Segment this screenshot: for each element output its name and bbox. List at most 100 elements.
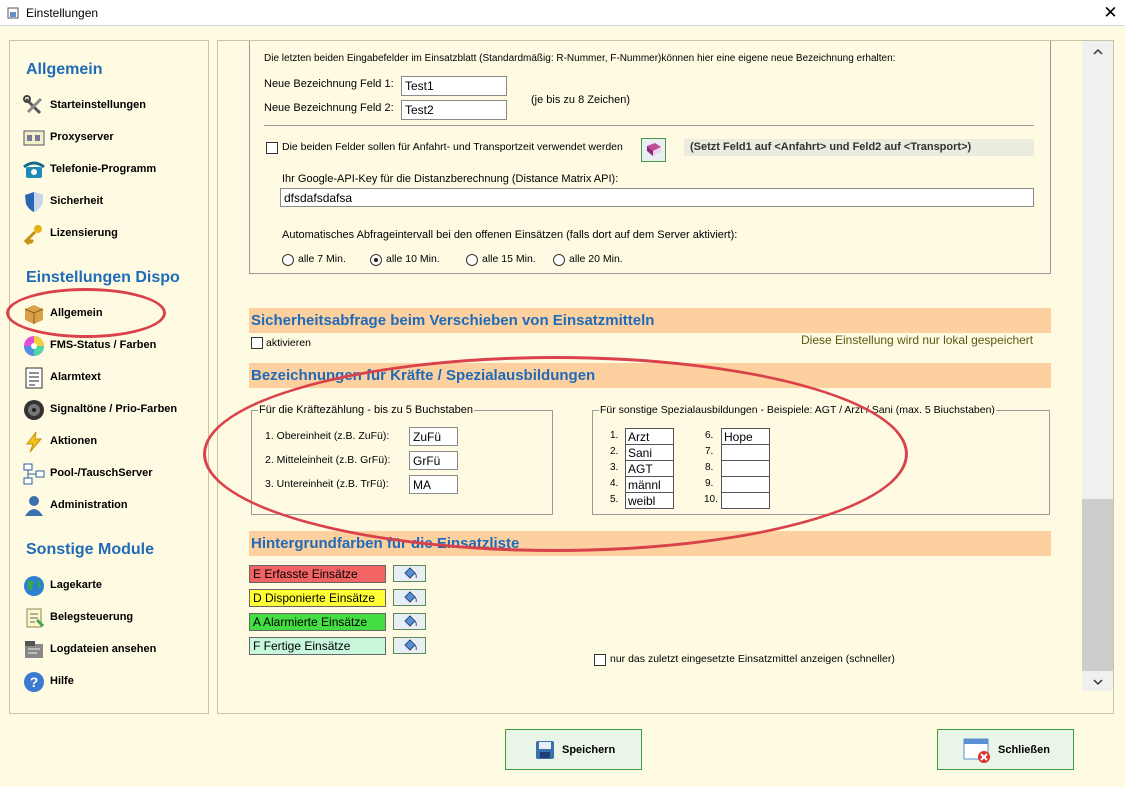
field1-name-input[interactable]: Test1 bbox=[401, 76, 507, 96]
sidebar-section-title: Allgemein bbox=[26, 61, 103, 78]
window-title: Einstellungen bbox=[26, 6, 99, 20]
close-button[interactable]: Schließen bbox=[937, 729, 1074, 770]
sidebar-item-label: Proxyserver bbox=[50, 131, 114, 143]
network-icon bbox=[23, 463, 45, 485]
color-picker-button[interactable] bbox=[393, 613, 426, 630]
special-input-3[interactable]: AGT bbox=[625, 460, 674, 477]
close-window-button[interactable]: ✕ bbox=[1096, 0, 1125, 26]
mitteleinheit-input[interactable]: GrFü bbox=[409, 451, 458, 470]
sidebar-item-label: Alarmtext bbox=[50, 371, 101, 383]
color-wheel-icon bbox=[24, 336, 44, 356]
interval-10-radio[interactable] bbox=[370, 254, 382, 266]
sidebar-item-signaltoene[interactable]: Signaltöne / Prio-Farben bbox=[20, 397, 205, 423]
sidebar-item-label: Telefonie-Programm bbox=[50, 163, 157, 175]
security-section-header: Sicherheitsabfrage beim Verschieben von … bbox=[249, 308, 1051, 333]
special-num: 9. bbox=[705, 478, 714, 489]
interval-10-label: alle 10 Min. bbox=[386, 253, 440, 265]
forces-row-label: 2. Mitteleinheit (z.B. GrFü): bbox=[265, 454, 391, 466]
app-icon bbox=[7, 7, 19, 19]
divider bbox=[264, 125, 1034, 126]
forces-group-legend: Für die Kräftezählung - bis zu 5 Buchsta… bbox=[258, 404, 475, 416]
interval-20-label: alle 20 Min. bbox=[569, 253, 623, 265]
save-button-label: Speichern bbox=[562, 744, 616, 756]
field2-name-input[interactable]: Test2 bbox=[401, 100, 507, 120]
sidebar-item-label: Hilfe bbox=[50, 675, 74, 687]
security-activate-label: aktivieren bbox=[266, 337, 311, 349]
color-picker-button[interactable] bbox=[393, 589, 426, 606]
sidebar-item-lagekarte[interactable]: Lagekarte bbox=[20, 573, 205, 599]
sidebar-item-lizensierung[interactable]: Lizensierung bbox=[20, 221, 205, 247]
phone-icon bbox=[23, 161, 45, 178]
api-key-input[interactable]: dfsdafsdafsa bbox=[280, 188, 1034, 207]
last-unit-only-label: nur das zuletzt eingesetzte Einsatzmitte… bbox=[610, 653, 895, 665]
sidebar-item-sicherheit[interactable]: Sicherheit bbox=[20, 189, 205, 215]
proxy-icon bbox=[23, 130, 45, 146]
interval-7-radio[interactable] bbox=[282, 254, 294, 266]
scrollbar-thumb[interactable] bbox=[1082, 499, 1113, 671]
sidebar-item-aktionen[interactable]: Aktionen bbox=[20, 429, 205, 455]
special-input-5[interactable]: weibl bbox=[625, 492, 674, 509]
interval-15-radio[interactable] bbox=[466, 254, 478, 266]
forces-row-label: 1. Obereinheit (z.B. ZuFü): bbox=[265, 430, 390, 442]
special-input-7[interactable] bbox=[721, 444, 770, 461]
scroll-up-button[interactable] bbox=[1082, 41, 1113, 63]
settings-content-panel: Die letzten beiden Eingabefelder im Eins… bbox=[217, 40, 1114, 714]
sidebar-item-pool-tauschserver[interactable]: Pool-/TauschServer bbox=[20, 461, 205, 487]
sidebar-item-administration[interactable]: Administration bbox=[20, 493, 205, 519]
obereinheit-input[interactable]: ZuFü bbox=[409, 427, 458, 446]
save-button[interactable]: Speichern bbox=[505, 729, 642, 770]
sidebar-item-belegsteuerung[interactable]: Belegsteuerung bbox=[20, 605, 205, 631]
special-num: 3. bbox=[610, 462, 619, 473]
labels-section-header: Bezeichnungen für Kräfte / Spezialausbil… bbox=[249, 363, 1051, 388]
floppy-disk-icon bbox=[536, 741, 554, 759]
sidebar-item-label: Allgemein bbox=[50, 307, 103, 319]
sidebar-item-hilfe[interactable]: ? Hilfe bbox=[20, 669, 205, 695]
color-picker-button[interactable] bbox=[393, 565, 426, 582]
help-icon: ? bbox=[24, 672, 44, 692]
security-activate-checkbox[interactable] bbox=[251, 337, 263, 349]
special-num: 4. bbox=[610, 478, 619, 489]
max-chars-hint: (je bis zu 8 Zeichen) bbox=[531, 94, 631, 106]
paint-bucket-icon bbox=[404, 591, 417, 603]
color-picker-button[interactable] bbox=[393, 637, 426, 654]
scroll-down-button[interactable] bbox=[1082, 671, 1113, 693]
sidebar-item-label: Pool-/TauschServer bbox=[50, 467, 153, 479]
api-key-label: Ihr Google-API-Key für die Distanzberech… bbox=[282, 173, 619, 185]
special-input-10[interactable] bbox=[721, 492, 770, 509]
special-input-1[interactable]: Arzt bbox=[625, 428, 674, 445]
special-num: 8. bbox=[705, 462, 714, 473]
special-input-4[interactable]: männl bbox=[625, 476, 674, 493]
transport-time-checkbox[interactable] bbox=[266, 142, 278, 154]
special-input-9[interactable] bbox=[721, 476, 770, 493]
sidebar-item-starteinstellungen[interactable]: Starteinstellungen bbox=[20, 93, 205, 119]
box-icon bbox=[24, 305, 44, 324]
sidebar-item-dispo-allgemein[interactable]: Allgemein bbox=[20, 301, 205, 327]
sidebar-item-logdateien[interactable]: Logdateien ansehen bbox=[20, 637, 205, 663]
forces-row-label: 3. Untereinheit (z.B. TrFü): bbox=[265, 478, 389, 490]
sidebar-item-label: Aktionen bbox=[50, 435, 98, 447]
lightning-icon bbox=[26, 431, 43, 453]
close-window-icon bbox=[963, 738, 990, 763]
key-icon bbox=[23, 225, 42, 246]
sidebar-item-proxyserver[interactable]: Proxyserver bbox=[20, 125, 205, 151]
security-section-title: Sicherheitsabfrage beim Verschieben von … bbox=[251, 312, 655, 329]
transport-time-label: Die beiden Felder sollen für Anfahrt- un… bbox=[282, 141, 623, 153]
color-field-erfasst: E Erfasste Einsätze bbox=[249, 565, 386, 583]
sidebar-item-alarmtext[interactable]: Alarmtext bbox=[20, 365, 205, 391]
transport-info-button[interactable] bbox=[641, 138, 666, 162]
interval-15-label: alle 15 Min. bbox=[482, 253, 536, 265]
sidebar-item-label: Lagekarte bbox=[50, 579, 102, 591]
sidebar-item-telefonie[interactable]: Telefonie-Programm bbox=[20, 157, 205, 183]
untereinheit-input[interactable]: MA bbox=[409, 475, 458, 494]
color-field-fertig: F Fertige Einsätze bbox=[249, 637, 386, 655]
special-input-6[interactable]: Hope bbox=[721, 428, 770, 445]
interval-20-radio[interactable] bbox=[553, 254, 565, 266]
special-input-8[interactable] bbox=[721, 460, 770, 477]
field2-label: Neue Bezeichnung Feld 2: bbox=[264, 102, 394, 114]
globe-icon bbox=[24, 576, 44, 596]
special-input-2[interactable]: Sani bbox=[625, 444, 674, 461]
sidebar-item-fms-status[interactable]: FMS-Status / Farben bbox=[20, 333, 205, 359]
transport-hint-text: (Setzt Feld1 auf <Anfahrt> und Feld2 auf… bbox=[690, 141, 972, 153]
last-unit-only-checkbox[interactable] bbox=[594, 654, 606, 666]
paint-bucket-icon bbox=[404, 639, 417, 651]
